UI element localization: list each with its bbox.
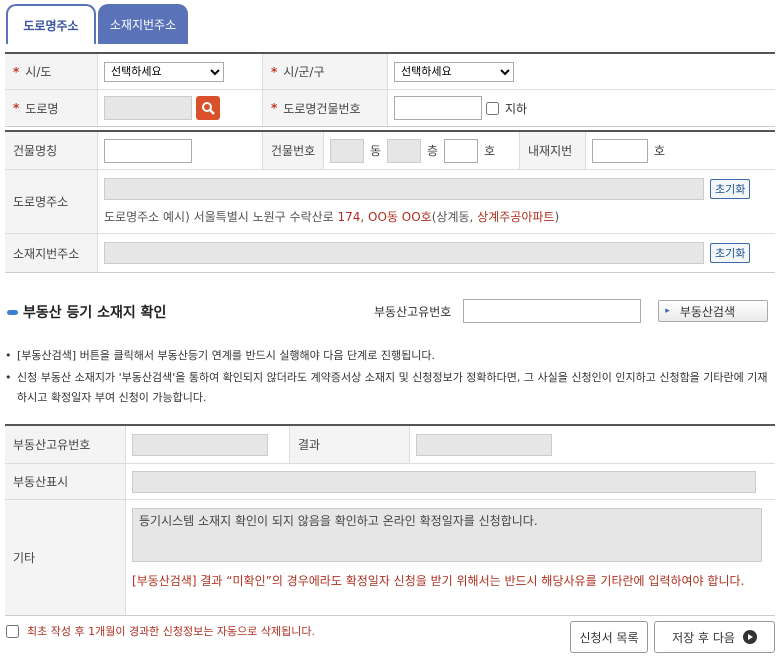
road-name-input[interactable] (104, 96, 192, 120)
etc-label: 기타 (5, 500, 126, 615)
application-list-button[interactable]: 신청서 목록 (570, 621, 648, 653)
notice-checkbox[interactable] (6, 624, 19, 638)
result-table: 부동산고유번호 결과 부동산표시 기타 등기시스템 소재지 확인이 되지 않음을… (5, 424, 775, 616)
registry-uid-input[interactable] (463, 299, 642, 323)
result-label: 결과 (290, 426, 410, 463)
road-address-example: 도로명주소 예시) 서울특별시 노원구 수락산로 174, OO동 OO호(상계… (104, 210, 560, 224)
note-item: [부동산검색] 버튼을 클릭해서 부동산등기 연계를 반드시 실행해야 다음 단… (5, 346, 775, 366)
tab-lot-address[interactable]: 소재지번주소 (98, 4, 188, 44)
sido-label: * 시/도 (5, 54, 98, 89)
underground-label: 지하 (505, 101, 528, 116)
building-number-input[interactable] (394, 96, 482, 120)
floor-label: 층 (427, 144, 439, 158)
building-number-label: * 도로명건물번호 (263, 90, 388, 126)
search-icon (202, 102, 215, 115)
dong-input[interactable] (330, 138, 364, 163)
notes-list: [부동산검색] 버튼을 클릭해서 부동산등기 연계를 반드시 실행해야 다음 단… (5, 346, 775, 408)
dong-label: 동 (370, 144, 382, 158)
road-address-input[interactable] (104, 178, 704, 200)
road-address-reset-button[interactable]: 초기화 (710, 179, 751, 199)
auto-delete-notice: 최초 작성 후 1개월이 경과한 신청정보는 자동으로 삭제됩니다. (6, 623, 315, 639)
address-tabs: 도로명주소 소재지번주소 (6, 4, 188, 44)
registry-uid-label: 부동산고유번호 (374, 304, 452, 319)
lot-address-input[interactable] (104, 242, 704, 264)
sigungu-select[interactable]: 선택하세요 (394, 61, 514, 82)
ho-input[interactable] (444, 138, 479, 163)
registry-lookup: 부동산고유번호 ▸ 부동산검색 (374, 299, 769, 323)
etc-textarea[interactable]: 등기시스템 소재지 확인이 되지 않음을 확인하고 온라인 확정일자를 신청합니… (132, 508, 762, 562)
tab-road-address[interactable]: 도로명주소 (6, 4, 96, 44)
save-next-button[interactable]: 저장 후 다음 (654, 621, 775, 653)
display-field (132, 470, 756, 493)
sido-select[interactable]: 선택하세요 (104, 61, 224, 82)
etc-warning: [부동산검색] 결과 “미확인”의 경우에라도 확정일자 신청을 받기 위해서는… (132, 574, 745, 588)
result-uid-field (132, 433, 268, 456)
building-name-label: 건물명칭 (5, 132, 98, 169)
road-address-label: 도로명주소 (5, 170, 98, 233)
address-table: * 시/도 선택하세요 * 시/군/구 선택하세요 * 도로명 * 도로명건물번호 지하 (5, 52, 775, 127)
inner-lot-input[interactable] (592, 138, 648, 163)
inner-ho-label: 호 (654, 144, 666, 158)
result-field (416, 433, 552, 456)
ho-label: 호 (484, 144, 496, 158)
inner-lot-label: 내재지번 (520, 132, 586, 169)
floor-input[interactable] (387, 138, 422, 163)
result-uid-label: 부동산고유번호 (5, 426, 126, 463)
road-search-button[interactable] (196, 96, 220, 120)
lot-address-reset-button[interactable]: 초기화 (710, 243, 751, 263)
registry-search-button[interactable]: ▸ 부동산검색 (658, 300, 769, 322)
next-arrow-icon (742, 630, 757, 644)
lot-address-label: 소재지번주소 (5, 234, 98, 272)
note-item: 신청 부동산 소재지가 '부동산검색'을 통하여 확인되지 않더라도 계약증서상… (5, 368, 775, 408)
display-label: 부동산표시 (5, 464, 126, 499)
building-name-input[interactable] (104, 138, 192, 163)
underground-checkbox[interactable] (486, 101, 499, 115)
road-name-label: * 도로명 (5, 90, 98, 126)
section-bullet-icon (7, 309, 18, 315)
sigungu-label: * 시/군/구 (263, 54, 388, 89)
building-no-label: 건물번호 (263, 132, 324, 169)
registry-section-title: 부동산 등기 소재지 확인 (7, 302, 166, 322)
arrow-right-icon: ▸ (665, 306, 670, 316)
building-table: 건물명칭 건물번호 동 층 호 내재지번 호 도로명주소 초기화 도로명주소 예… (5, 130, 775, 273)
